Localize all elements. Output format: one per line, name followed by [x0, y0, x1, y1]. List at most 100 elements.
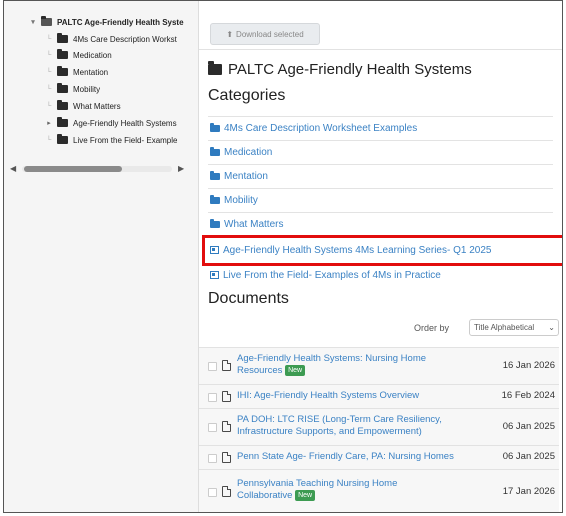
row-checkbox[interactable]: [208, 362, 217, 371]
category-link[interactable]: Medication: [208, 140, 553, 163]
document-link[interactable]: IHI: Age-Friendly Health Systems Overvie…: [237, 390, 447, 402]
tree-item-label: 4Ms Care Description Workst: [73, 34, 177, 44]
row-checkbox[interactable]: [208, 393, 217, 402]
category-tree: ▾ PALTC Age-Friendly Health Syste └ 4Ms …: [4, 1, 199, 512]
document-link[interactable]: PA DOH: LTC RISE (Long-Term Care Resilie…: [237, 414, 447, 438]
order-by-value: Title Alphabetical: [474, 323, 535, 332]
scroll-right-icon[interactable]: ▶: [178, 164, 184, 173]
document-name: IHI: Age-Friendly Health Systems Overvie…: [237, 390, 420, 401]
category-link[interactable]: 4Ms Care Description Worksheet Examples: [208, 116, 553, 139]
tree-item-root[interactable]: ▾ PALTC Age-Friendly Health Syste: [28, 14, 184, 30]
row-checkbox[interactable]: [208, 454, 217, 463]
document-link[interactable]: Pennsylvania Teaching Nursing Home Colla…: [237, 478, 447, 502]
document-name: PA DOH: LTC RISE (Long-Term Care Resilie…: [237, 414, 442, 437]
tree-connector-icon: └: [46, 51, 52, 59]
categories-heading: Categories: [208, 87, 286, 104]
tree-item-4ms[interactable]: └ 4Ms Care Description Workst: [44, 31, 177, 47]
document-date: 17 Jan 2026: [502, 486, 555, 497]
tree-item-mobility[interactable]: └ Mobility: [44, 81, 100, 97]
tree-connector-icon: └: [46, 102, 52, 110]
scroll-left-icon[interactable]: ◀: [10, 164, 16, 173]
tree-item-what-matters[interactable]: └ What Matters: [44, 98, 121, 114]
table-row[interactable]: Penn State Age- Friendly Care, PA: Nursi…: [199, 445, 559, 469]
new-badge: New: [295, 490, 316, 501]
document-link[interactable]: Penn State Age- Friendly Care, PA: Nursi…: [237, 451, 467, 463]
category-link[interactable]: Live From the Field- Examples of 4Ms in …: [208, 263, 553, 286]
new-badge: New: [285, 365, 306, 376]
tree-item-label: PALTC Age-Friendly Health Syste: [57, 17, 184, 27]
horizontal-scrollbar[interactable]: ◀ ▶: [10, 164, 192, 173]
tree-item-mentation[interactable]: └ Mentation: [44, 64, 108, 80]
tree-connector-icon: └: [46, 68, 52, 76]
table-row[interactable]: IHI: Age-Friendly Health Systems Overvie…: [199, 384, 559, 408]
tree-item-label: Medication: [73, 50, 112, 60]
category-label: Mentation: [224, 170, 268, 182]
folder-icon: [210, 170, 220, 180]
folder-icon: [57, 49, 68, 59]
table-row[interactable]: PA DOH: LTC RISE (Long-Term Care Resilie…: [199, 408, 559, 445]
document-date: 16 Jan 2026: [502, 360, 555, 371]
document-name: Age-Friendly Health Systems: Nursing Hom…: [237, 353, 427, 377]
divider: [199, 49, 562, 50]
category-label: Mobility: [224, 194, 258, 206]
row-checkbox[interactable]: [208, 423, 217, 432]
chevron-down-icon: ⌄: [548, 323, 555, 332]
file-icon: [222, 421, 231, 432]
category-label: Medication: [224, 146, 273, 158]
expand-toggle-icon[interactable]: ▾: [28, 18, 38, 26]
folder-icon: [57, 33, 68, 43]
category-label: Live From the Field- Examples of 4Ms in …: [223, 269, 441, 281]
tree-item-label: Mobility: [73, 84, 101, 94]
category-link[interactable]: What Matters: [208, 212, 553, 235]
download-selected-button[interactable]: ⬆ Download selected: [210, 23, 320, 45]
document-name: Pennsylvania Teaching Nursing Home Colla…: [237, 478, 398, 502]
order-by-select[interactable]: Title Alphabetical ⌄: [469, 319, 559, 336]
tree-connector-icon: └: [46, 85, 52, 93]
folder-icon: [57, 134, 68, 144]
folder-icon: [57, 66, 68, 76]
tree-item-medication[interactable]: └ Medication: [44, 47, 112, 63]
file-icon: [222, 391, 231, 402]
page-title: PALTC Age-Friendly Health Systems: [208, 61, 472, 78]
folder-icon: [57, 83, 68, 93]
download-selected-label: Download selected: [236, 29, 304, 39]
highlight-box: [202, 235, 562, 266]
documents-heading: Documents: [208, 290, 289, 307]
tree-connector-icon: └: [46, 136, 52, 144]
file-icon: [222, 360, 231, 371]
tree-item-label: Live From the Field- Example: [73, 135, 178, 145]
table-row[interactable]: Age-Friendly Health Systems: Nursing Hom…: [199, 347, 559, 384]
document-link[interactable]: Age-Friendly Health Systems: Nursing Hom…: [237, 353, 447, 377]
expand-toggle-icon[interactable]: ▸: [44, 119, 54, 127]
tree-item-live-from-field[interactable]: └ Live From the Field- Example: [44, 132, 177, 148]
document-date: 16 Feb 2024: [501, 390, 555, 401]
document-date: 06 Jan 2025: [502, 421, 555, 432]
document-date: 06 Jan 2025: [502, 451, 555, 462]
download-icon: ⬆: [226, 29, 234, 39]
folder-icon: [57, 117, 68, 127]
tree-item-label: What Matters: [73, 101, 121, 111]
window: ▾ PALTC Age-Friendly Health Syste └ 4Ms …: [3, 0, 563, 513]
folder-icon: [210, 146, 220, 156]
category-link[interactable]: Mobility: [208, 188, 553, 211]
category-link[interactable]: Mentation: [208, 164, 553, 187]
tree-item-label: Mentation: [73, 67, 109, 77]
row-checkbox[interactable]: [208, 488, 217, 497]
tree-connector-icon: └: [46, 35, 52, 43]
folder-icon: [210, 194, 220, 204]
table-row[interactable]: Pennsylvania Teaching Nursing Home Colla…: [199, 469, 559, 512]
category-label: 4Ms Care Description Worksheet Examples: [224, 122, 418, 134]
category-label: What Matters: [224, 218, 284, 230]
tree-item-age-friendly[interactable]: ▸ Age-Friendly Health Systems: [44, 115, 177, 131]
folder-icon: [210, 218, 220, 228]
order-by-label: Order by: [414, 323, 450, 333]
folder-open-icon: [41, 16, 52, 26]
folder-icon: [57, 100, 68, 110]
scrollbar-thumb[interactable]: [24, 166, 122, 172]
tree-item-label: Age-Friendly Health Systems: [73, 118, 177, 128]
file-icon: [222, 452, 231, 463]
folder-icon: [208, 61, 222, 75]
document-name: Penn State Age- Friendly Care, PA: Nursi…: [237, 451, 454, 462]
subcategory-icon: [210, 271, 219, 279]
folder-icon: [210, 122, 220, 132]
